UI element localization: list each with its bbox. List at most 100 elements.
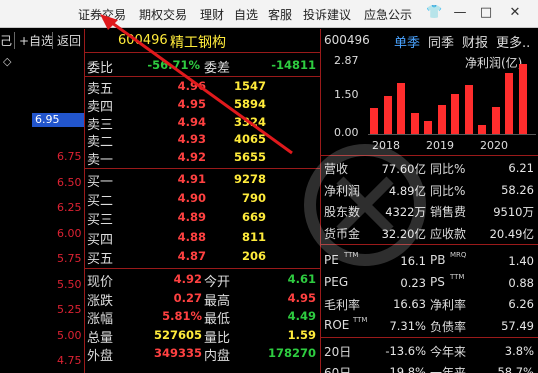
order-book-price: 4.94 xyxy=(177,114,206,129)
order-book-label: 卖三 xyxy=(87,117,114,133)
ratio-value: 16.63 xyxy=(393,297,426,311)
fundamental-value: 6.21 xyxy=(508,161,534,175)
quote-label: 涨幅 xyxy=(87,312,114,327)
quote-label: 今开 xyxy=(204,275,231,290)
order-book-row: 买一 4.91 9278 xyxy=(86,171,320,190)
price-chart-area[interactable]: ◇ 6.95 6.75 6.50 6.25 6.00 5.75 5.50 5.25 5.00 4… xyxy=(0,49,84,373)
chart-bar xyxy=(505,73,513,134)
order-book-row: 买三 4.89 669 xyxy=(86,209,320,229)
quote-label: 量比 xyxy=(204,330,231,346)
ratio-sup: MRQ xyxy=(450,251,467,259)
return-label: 今年来 xyxy=(430,345,467,359)
quote-label: 内盘 xyxy=(204,349,231,364)
order-book-volume: 669 xyxy=(241,210,266,225)
minimize-icon[interactable]: — xyxy=(452,5,468,21)
order-book-volume: 790 xyxy=(241,191,266,206)
add-watchlist-button[interactable]: +自选 xyxy=(14,32,53,49)
quote-label: 涨跌 xyxy=(87,293,114,309)
xtick-label: 2019 xyxy=(426,139,454,152)
order-book-price: 4.91 xyxy=(177,172,206,186)
menu-customer-service[interactable]: 客服 xyxy=(268,6,292,23)
menu-emergency-notice[interactable]: 应急公示 xyxy=(364,6,412,23)
chart-bar xyxy=(518,64,527,134)
back-button[interactable]: 返回 xyxy=(52,32,81,49)
order-book-row: 卖四 4.95 5894 xyxy=(86,96,320,115)
price-axis-tick: 6.00 xyxy=(57,226,82,240)
chart-title: 净利润(亿) xyxy=(465,56,523,70)
weibi-row: 委比 -56.71% 委差 -14811 xyxy=(86,56,320,76)
order-book-price: 4.88 xyxy=(177,229,206,244)
order-book-row: 卖三 4.94 3324 xyxy=(86,114,320,133)
menu-securities-trading[interactable]: 证券交易 xyxy=(78,6,126,23)
order-book-label: 买五 xyxy=(87,251,114,267)
top-menu-bar: 证券交易 期权交易 理财 自选 客服 投诉建议 应急公示 👕 — □ ✕ xyxy=(0,0,538,28)
return-label: 60日 xyxy=(324,366,352,373)
close-icon[interactable]: ✕ xyxy=(507,5,523,21)
quote-row: 外盘 349335 内盘 178270 xyxy=(86,345,320,364)
maximize-icon[interactable]: □ xyxy=(478,5,494,21)
order-book-volume: 5655 xyxy=(233,150,266,165)
shirt-icon[interactable]: 👕 xyxy=(426,5,442,21)
order-book-volume: 5894 xyxy=(233,96,266,111)
order-book-label: 卖一 xyxy=(87,153,114,169)
menu-wealth[interactable]: 理财 xyxy=(200,6,224,23)
xtick-label: 2020 xyxy=(480,139,508,152)
quote-value: 5.81% xyxy=(162,309,202,323)
quote-label: 外盘 xyxy=(87,349,114,364)
return-value: -13.6% xyxy=(385,344,426,358)
menu-complaint[interactable]: 投诉建议 xyxy=(303,6,351,23)
ratio-label: ROE xyxy=(324,317,350,332)
ratio-sup: TTM xyxy=(353,315,368,324)
quote-value: 1.59 xyxy=(287,327,316,342)
ratio-label: PS xyxy=(430,274,445,289)
price-axis-tick: 4.75 xyxy=(57,354,82,367)
quote-value: 4.95 xyxy=(287,290,316,305)
divider xyxy=(84,168,320,169)
right-stock-code: 600496 xyxy=(324,33,370,47)
fundamental-value: 20.49亿 xyxy=(489,226,534,241)
tab-single-quarter[interactable]: 单季 xyxy=(394,32,420,51)
quote-value: 4.61 xyxy=(287,272,316,286)
price-axis-tick: 5.50 xyxy=(57,277,82,291)
order-book-label: 卖二 xyxy=(87,135,114,151)
ratio-value: 0.88 xyxy=(508,275,534,290)
tab-more[interactable]: 更多.. xyxy=(496,32,530,51)
ratio-value: 1.40 xyxy=(508,254,534,268)
order-book-row: 卖二 4.93 4065 xyxy=(86,131,320,151)
order-book-price: 4.90 xyxy=(177,191,206,206)
ratio-value: 7.31% xyxy=(389,318,426,333)
return-label: 20日 xyxy=(324,345,352,359)
ratio-row: ROE TTM 7.31% 负债率 57.49 xyxy=(322,316,538,336)
order-book-price: 4.95 xyxy=(177,96,206,111)
quote-label: 最低 xyxy=(204,312,231,327)
subbar-stub: 己 xyxy=(0,34,13,48)
order-book-label: 买三 xyxy=(87,213,114,229)
menu-options-trading[interactable]: 期权交易 xyxy=(139,6,187,23)
stock-name: 精工钢构 xyxy=(170,35,226,51)
ratio-value: 6.26 xyxy=(508,297,534,311)
tab-same-quarter[interactable]: 同季 xyxy=(428,32,454,51)
order-book-price: 4.93 xyxy=(177,132,206,147)
chart-bar xyxy=(397,82,405,134)
price-axis-tick: 5.75 xyxy=(57,252,82,265)
menu-watchlist[interactable]: 自选 xyxy=(234,6,258,23)
current-price-marker: 6.95 xyxy=(32,113,84,127)
price-axis-tick: 5.00 xyxy=(57,328,82,342)
order-book-price: 4.89 xyxy=(177,210,206,225)
order-book-row: 卖五 4.96 1547 xyxy=(86,78,320,97)
ytick-label: 0.00 xyxy=(334,126,359,139)
return-value: 58.7% xyxy=(497,365,534,373)
chart-bar xyxy=(437,104,446,134)
order-book-price: 4.92 xyxy=(177,150,206,165)
order-book-volume: 3324 xyxy=(233,114,266,129)
divider xyxy=(84,268,320,269)
price-axis-tick: 5.25 xyxy=(57,303,82,316)
order-book-volume: 206 xyxy=(241,248,266,263)
stock-header: 600496 精工钢构 xyxy=(86,31,320,51)
sub-toolbar: 己 +自选 返回 xyxy=(0,29,86,49)
divider xyxy=(320,337,538,338)
chart-bar xyxy=(478,125,486,134)
order-book-label: 卖五 xyxy=(87,82,114,97)
tab-financial-report[interactable]: 财报 xyxy=(462,32,488,51)
quote-label: 最高 xyxy=(204,293,231,309)
